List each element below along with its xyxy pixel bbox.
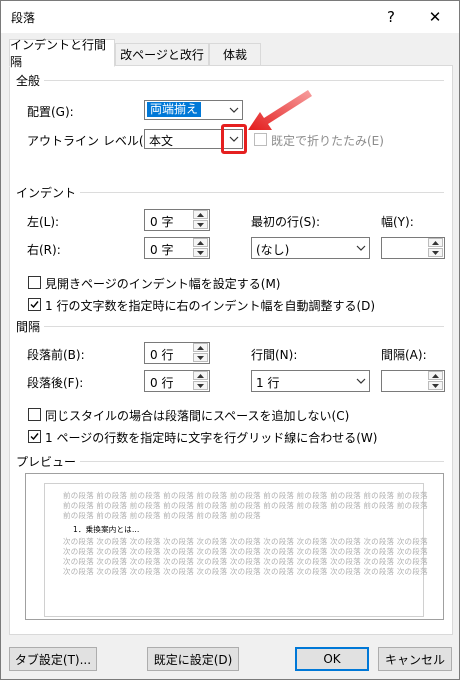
cancel-button[interactable]: キャンセル bbox=[378, 647, 452, 671]
ok-button[interactable]: OK bbox=[295, 647, 369, 671]
set-as-default-button[interactable]: 既定に設定(D) bbox=[147, 647, 239, 671]
window-title: 段落 bbox=[11, 11, 36, 25]
collapse-default-checkbox[interactable] bbox=[254, 133, 267, 146]
chevron-down-icon bbox=[351, 238, 369, 258]
chevron-down-icon bbox=[351, 371, 369, 391]
snap-to-grid-checkbox[interactable] bbox=[28, 430, 41, 443]
spin-down-icon[interactable] bbox=[193, 248, 208, 257]
alignment-select[interactable]: 両端揃え bbox=[144, 100, 243, 120]
preview-group-title: プレビュー bbox=[16, 453, 81, 470]
preview-next-line: 次の段落 次の段落 次の段落 次の段落 次の段落 次の段落 次の段落 次の段落 … bbox=[63, 567, 428, 576]
tab-asian-typography[interactable]: 体裁 bbox=[209, 43, 261, 65]
group-divider bbox=[18, 80, 444, 81]
indent-width-stepper[interactable] bbox=[381, 237, 445, 259]
line-spacing-value: 1 行 bbox=[256, 376, 280, 390]
indent-right-label: 右(R): bbox=[27, 243, 61, 257]
indent-width-label: 幅(Y): bbox=[381, 215, 414, 229]
spin-up-icon[interactable] bbox=[193, 238, 208, 247]
spin-up-icon[interactable] bbox=[193, 210, 208, 219]
highlight-box bbox=[221, 124, 247, 154]
space-before-value: 0 行 bbox=[150, 348, 174, 362]
alignment-value: 両端揃え bbox=[147, 102, 202, 117]
spin-up-icon[interactable] bbox=[193, 371, 208, 380]
spin-up-icon[interactable] bbox=[428, 371, 443, 380]
indent-right-stepper[interactable]: 0 字 bbox=[144, 237, 210, 259]
mirror-indents-label: 見開きページのインデント幅を設定する(M) bbox=[45, 277, 281, 291]
preview-current-line: 1．乗換案内とは… bbox=[73, 525, 140, 534]
no-space-same-style-checkbox[interactable] bbox=[28, 408, 41, 421]
alignment-label: 配置(G): bbox=[27, 105, 74, 119]
line-spacing-select[interactable]: 1 行 bbox=[251, 370, 370, 392]
title-bar: 段落 ? ✕ bbox=[1, 1, 459, 33]
indent-left-label: 左(L): bbox=[27, 215, 60, 229]
spacing-group-title: 間隔 bbox=[16, 318, 45, 335]
no-space-same-style-label: 同じスタイルの場合は段落間にスペースを追加しない(C) bbox=[45, 409, 350, 423]
space-before-stepper[interactable]: 0 行 bbox=[144, 342, 210, 364]
spin-up-icon[interactable] bbox=[428, 238, 443, 247]
spin-down-icon[interactable] bbox=[193, 220, 208, 229]
spin-down-icon[interactable] bbox=[428, 381, 443, 390]
tab-line-page-breaks[interactable]: 改ページと改行 bbox=[115, 43, 209, 65]
auto-adjust-indent-label: 1 行の文字数を指定時に右のインデント幅を自動調整する(D) bbox=[45, 299, 376, 313]
chevron-down-icon bbox=[224, 101, 242, 119]
spin-down-icon[interactable] bbox=[193, 353, 208, 362]
spacing-at-label: 間隔(A): bbox=[381, 348, 427, 362]
preview-page: 前の段落 前の段落 前の段落 前の段落 前の段落 前の段落 前の段落 前の段落 … bbox=[44, 483, 427, 617]
group-divider bbox=[18, 461, 444, 462]
indent-group-title: インデント bbox=[16, 184, 81, 201]
outline-level-label: アウトライン レベル(O): bbox=[27, 134, 162, 148]
checkmark-icon bbox=[30, 301, 39, 309]
close-button[interactable]: ✕ bbox=[413, 1, 457, 33]
first-line-label: 最初の行(S): bbox=[251, 215, 321, 229]
spin-down-icon[interactable] bbox=[193, 381, 208, 390]
annotation-arrow-icon bbox=[248, 90, 312, 130]
space-before-label: 段落前(B): bbox=[27, 348, 85, 362]
preview-prev-line: 前の段落 前の段落 前の段落 前の段落 前の段落 前の段落 bbox=[63, 511, 261, 520]
indent-left-stepper[interactable]: 0 字 bbox=[144, 209, 210, 231]
spacing-at-stepper[interactable] bbox=[381, 370, 445, 392]
tab-panel: 全般 配置(G): 両端揃え アウトライン レベル(O): 本文 既定で折りたた… bbox=[9, 65, 453, 635]
group-divider bbox=[18, 326, 444, 327]
outline-level-value: 本文 bbox=[149, 134, 174, 148]
general-group-title: 全般 bbox=[16, 72, 45, 89]
indent-left-value: 0 字 bbox=[150, 215, 174, 229]
indent-right-value: 0 字 bbox=[150, 243, 174, 257]
tabs-button[interactable]: タブ設定(T)... bbox=[9, 647, 97, 671]
spin-up-icon[interactable] bbox=[193, 343, 208, 352]
space-after-stepper[interactable]: 0 行 bbox=[144, 370, 210, 392]
checkmark-icon bbox=[30, 433, 39, 441]
auto-adjust-indent-checkbox[interactable] bbox=[28, 298, 41, 311]
paragraph-dialog: 段落 ? ✕ インデントと行間隔 改ページと改行 体裁 全般 配置(G): 両端… bbox=[0, 0, 460, 680]
first-line-value: (なし) bbox=[256, 243, 290, 257]
collapse-default-label: 既定で折りたたみ(E) bbox=[271, 134, 384, 148]
first-line-select[interactable]: (なし) bbox=[251, 237, 370, 259]
help-button[interactable]: ? bbox=[369, 1, 413, 33]
tab-indent-spacing[interactable]: インデントと行間隔 bbox=[9, 38, 115, 69]
preview-box: 前の段落 前の段落 前の段落 前の段落 前の段落 前の段落 前の段落 前の段落 … bbox=[25, 473, 444, 620]
group-divider bbox=[18, 192, 444, 193]
snap-to-grid-label: 1 ページの行数を指定時に文字を行グリッド線に合わせる(W) bbox=[45, 431, 378, 445]
spin-down-icon[interactable] bbox=[428, 248, 443, 257]
space-after-label: 段落後(F): bbox=[27, 376, 84, 390]
mirror-indents-checkbox[interactable] bbox=[28, 276, 41, 289]
line-spacing-label: 行間(N): bbox=[251, 348, 298, 362]
space-after-value: 0 行 bbox=[150, 376, 174, 390]
